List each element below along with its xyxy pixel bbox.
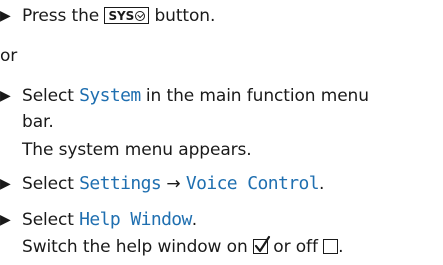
- step-4-instruction-after: .: [338, 237, 344, 257]
- step-2: ▶ Select System in the main function men…: [0, 85, 369, 107]
- check-circle-icon: [135, 11, 146, 21]
- step-1-text-before: Press the: [22, 6, 100, 26]
- bullet-triangle-icon: ▶: [0, 176, 11, 192]
- step-3-text-before: Select: [22, 174, 74, 194]
- menu-item-help-window: Help Window: [79, 209, 192, 230]
- step-3-text-after: .: [318, 174, 325, 194]
- bullet-triangle-icon: ▶: [0, 8, 11, 24]
- checkbox-checked-icon: [252, 235, 271, 254]
- menu-item-voice-control: Voice Control: [185, 173, 320, 194]
- step-4-text-after: .: [191, 210, 198, 230]
- bullet-triangle-icon: ▶: [0, 212, 11, 228]
- manual-page: ▶ Press the SYS button. or ▶ Select Syst…: [0, 0, 443, 265]
- sys-key-label: SYS: [108, 9, 135, 23]
- sys-key-icon: SYS: [104, 7, 150, 24]
- menu-item-settings: Settings: [79, 173, 162, 194]
- menu-item-system: System: [79, 85, 141, 106]
- step-4-instruction: Switch the help window on or off .: [22, 235, 344, 257]
- step-4: ▶ Select Help Window.: [0, 209, 198, 231]
- step-4-instruction-mid: or off: [273, 237, 318, 257]
- step-2-line-2: bar.: [22, 112, 54, 132]
- step-2-text-before: Select: [22, 86, 74, 106]
- path-arrow-icon: →: [166, 174, 181, 194]
- step-3: ▶ Select Settings → Voice Control.: [0, 173, 325, 195]
- bullet-triangle-icon: ▶: [0, 88, 11, 104]
- step-4-text-before: Select: [22, 210, 74, 230]
- checkbox-empty-icon: [323, 239, 339, 254]
- checkmark-icon: [254, 235, 271, 253]
- step-1: ▶ Press the SYS button.: [0, 6, 215, 26]
- step-4-instruction-before: Switch the help window on: [22, 237, 248, 257]
- step-2-text-after: in the main function menu: [145, 86, 369, 106]
- step-2-result: The system menu appears.: [22, 140, 252, 160]
- or-text: or: [0, 46, 18, 66]
- step-1-text-after: button.: [154, 6, 216, 26]
